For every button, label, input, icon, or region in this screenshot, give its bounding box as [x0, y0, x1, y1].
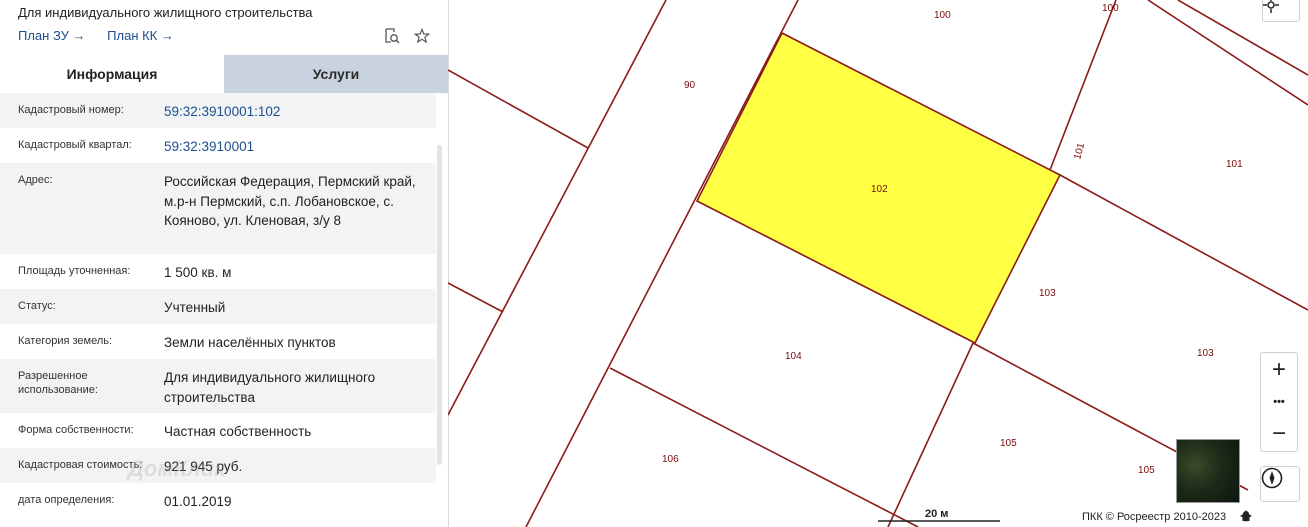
- boundary-line: [448, 69, 589, 149]
- row-address: Адрес: Российская Федерация, Пермский кр…: [0, 163, 436, 254]
- boundary-line: [448, 282, 504, 313]
- cadastral-number-link[interactable]: 59:32:3910001:102: [164, 93, 436, 128]
- star-icon[interactable]: [413, 27, 431, 44]
- row-label: Категория земель:: [18, 335, 113, 347]
- permitted-use-value: Для индивидуального жилищного строительс…: [164, 370, 376, 405]
- row-label: Кадастровый квартал:: [18, 139, 132, 151]
- row-permitted-use: Разрешенное использование: Для индивидуа…: [0, 359, 436, 413]
- parcel-label: 100: [1102, 3, 1119, 14]
- more-button[interactable]: •••: [1273, 396, 1285, 408]
- tab-services[interactable]: Услуги: [224, 55, 448, 93]
- row-area: Площадь уточненная: 1 500 кв. м: [0, 254, 436, 289]
- parcel-label: 103: [1039, 288, 1056, 299]
- parcel-label: 102: [871, 184, 888, 195]
- area-value: 1 500 кв. м: [164, 265, 232, 280]
- row-cadastral-value: Кадастровая стоимость: 921 945 руб.: [0, 448, 436, 483]
- parcel-label: 104: [785, 351, 802, 362]
- zoom-controls: + ••• −: [1260, 352, 1298, 452]
- row-cadastral-number: Кадастровый номер: 59:32:3910001:102: [0, 93, 436, 128]
- row-cadastral-quarter: Кадастровый квартал: 59:32:3910001: [0, 128, 436, 163]
- search-document-icon[interactable]: [384, 28, 400, 44]
- row-label: Форма собственности:: [18, 424, 134, 436]
- zoom-in-button[interactable]: +: [1272, 357, 1286, 383]
- row-land-category: Категория земель: Земли населённых пункт…: [0, 324, 436, 359]
- info-table: Кадастровый номер: 59:32:3910001:102 Кад…: [0, 93, 436, 518]
- boundary-line: [609, 367, 919, 527]
- row-label: Адрес:: [18, 174, 53, 186]
- info-panel: Для индивидуального жилищного строительс…: [0, 0, 449, 527]
- parcel-label: 103: [1197, 348, 1214, 359]
- plan-links: План ЗУ → План КК →: [18, 28, 192, 43]
- zoom-out-button[interactable]: −: [1272, 421, 1286, 447]
- object-subtitle: Для индивидуального жилищного строительс…: [18, 5, 313, 20]
- cadastral-value-value: 921 945 руб.: [164, 459, 243, 474]
- tab-info[interactable]: Информация: [0, 55, 224, 93]
- plan-zu-link[interactable]: План ЗУ →: [18, 28, 86, 43]
- compass-button[interactable]: [1260, 466, 1300, 502]
- panel-tabs: Информация Услуги: [0, 55, 448, 93]
- parcel-label: 90: [684, 80, 696, 91]
- parcel-label: 105: [1138, 465, 1155, 476]
- plan-kk-link[interactable]: План КК →: [107, 28, 174, 43]
- boundary-line: [525, 0, 799, 527]
- compass-icon: [1261, 467, 1283, 489]
- boundary-line: [887, 342, 974, 527]
- scale-label: 20 м: [925, 508, 949, 520]
- boundary-line: [1059, 174, 1308, 311]
- ownership-value: Частная собственность: [164, 424, 312, 439]
- cadastral-quarter-link[interactable]: 59:32:3910001: [164, 128, 436, 163]
- land-category-value: Земли населённых пунктов: [164, 335, 336, 350]
- parcel-label: 101: [1226, 159, 1243, 170]
- row-label: Площадь уточненная:: [18, 265, 131, 277]
- parcel-label: 100: [934, 10, 951, 21]
- address-value: Российская Федерация, Пермский край, м.р…: [164, 174, 416, 228]
- map-attribution: ПКК © Росреестр 2010-2023: [1082, 511, 1227, 523]
- status-value: Учтенный: [164, 300, 226, 315]
- boundary-line: [448, 0, 667, 416]
- parcel-label: 105: [1000, 438, 1017, 449]
- row-status: Статус: Учтенный: [0, 289, 436, 324]
- satellite-layer-thumbnail[interactable]: [1176, 439, 1240, 503]
- crosshair-icon: [1263, 0, 1279, 13]
- parcel-label: 101: [1072, 141, 1087, 160]
- cadastral-map[interactable]: 100 100 90 101 101 102 103 103 104 105 1…: [448, 0, 1308, 527]
- row-label: дата определения:: [18, 494, 115, 506]
- valuation-date-value: 01.01.2019: [164, 494, 232, 509]
- row-label: Кадастровый номер:: [18, 104, 124, 116]
- row-ownership: Форма собственности: Частная собственнос…: [0, 413, 436, 448]
- parcel-label: 106: [662, 454, 679, 465]
- panel-tools: [384, 27, 431, 44]
- locate-button[interactable]: [1262, 0, 1300, 22]
- panel-scrollbar[interactable]: [437, 145, 442, 465]
- row-valuation-date: дата определения: 01.01.2019: [0, 483, 436, 518]
- row-label: Разрешенное использование:: [18, 370, 98, 396]
- row-label: Статус:: [18, 300, 56, 312]
- pin-icon[interactable]: [1240, 510, 1252, 522]
- row-label: Кадастровая стоимость:: [18, 459, 143, 471]
